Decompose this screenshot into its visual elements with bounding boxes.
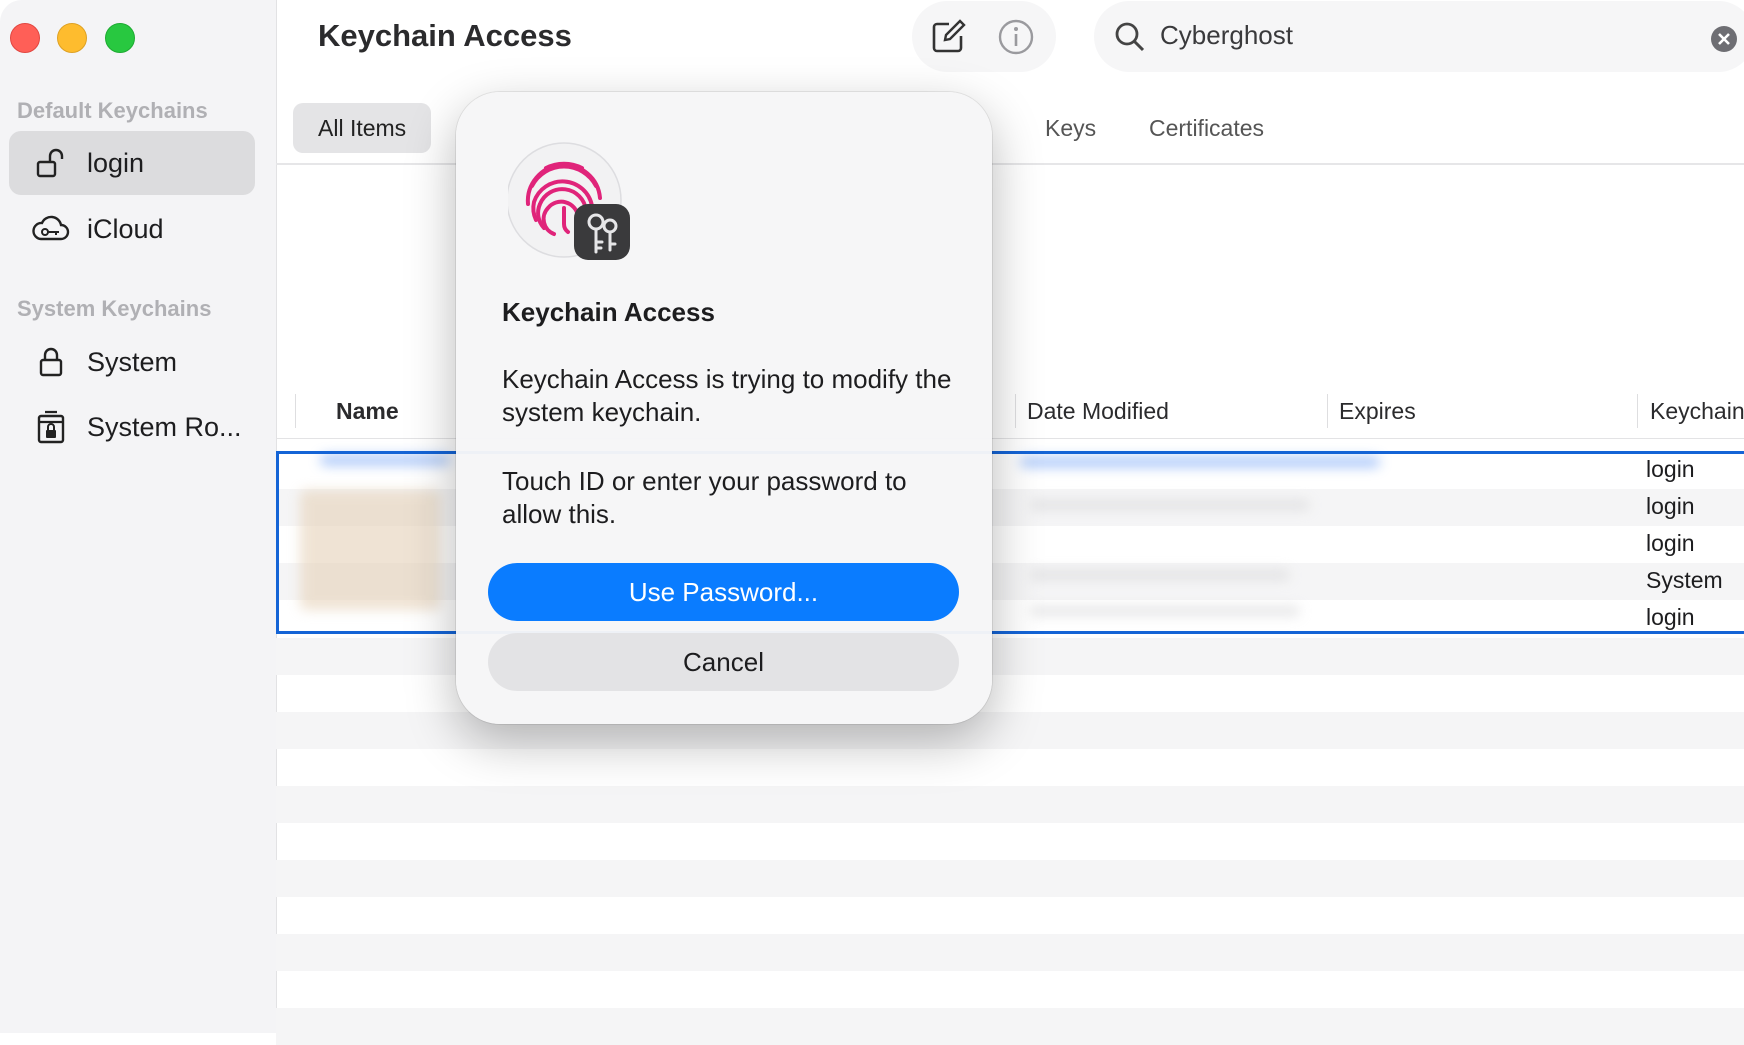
keychain-cell: System xyxy=(1646,567,1723,593)
touch-id-fingerprint-icon xyxy=(506,142,630,260)
column-header-name[interactable]: Name xyxy=(336,398,399,425)
column-header-keychain[interactable]: Keychain xyxy=(1650,398,1744,425)
info-icon[interactable] xyxy=(996,17,1036,57)
sidebar-item-label: System Ro... xyxy=(87,411,242,442)
table-row-band xyxy=(276,786,1744,823)
search-field[interactable]: Cyberghost xyxy=(1094,1,1744,72)
table-row-band xyxy=(276,1008,1744,1045)
dialog-message: Keychain Access is trying to modify the … xyxy=(502,364,952,427)
sidebar: Default Keychains login iCloud System Ke… xyxy=(0,0,277,1033)
section-system-keychains: System Keychains xyxy=(17,296,212,321)
compose-icon[interactable] xyxy=(928,17,968,57)
locked-cabinet-icon xyxy=(29,409,73,445)
minimize-window-button[interactable] xyxy=(57,23,87,53)
tab-all-items[interactable]: All Items xyxy=(293,103,432,153)
dialog-instruction: Touch ID or enter your password to allow… xyxy=(502,466,907,529)
zoom-window-button[interactable] xyxy=(105,23,135,53)
cancel-button[interactable]: Cancel xyxy=(488,633,959,691)
table-row-band xyxy=(276,934,1744,971)
lock-icon xyxy=(29,344,73,380)
window-title: Keychain Access xyxy=(318,18,572,53)
keychain-cell: login xyxy=(1646,456,1695,482)
column-separator xyxy=(1327,394,1328,428)
tab-certificates[interactable]: Certificates xyxy=(1149,103,1264,153)
clear-icon[interactable] xyxy=(1711,26,1737,52)
unlocked-padlock-icon xyxy=(29,145,73,181)
dialog-title: Keychain Access xyxy=(502,297,715,327)
tab-keys[interactable]: Keys xyxy=(1045,103,1096,153)
sidebar-item-label: login xyxy=(87,147,145,178)
column-separator xyxy=(1015,394,1016,428)
keychain-cell: login xyxy=(1646,493,1695,519)
sidebar-item-system[interactable]: System xyxy=(9,330,255,394)
section-default-keychains: Default Keychains xyxy=(17,98,208,123)
sidebar-item-label: System xyxy=(87,346,178,377)
column-separator xyxy=(295,394,296,428)
column-separator xyxy=(1637,394,1638,428)
sidebar-item-label: iCloud xyxy=(87,213,164,244)
close-window-button[interactable] xyxy=(10,23,40,53)
search-icon xyxy=(1114,21,1146,58)
column-header-date-modified[interactable]: Date Modified xyxy=(1027,398,1169,425)
sidebar-item-login[interactable]: login xyxy=(9,131,255,195)
keychain-cell: login xyxy=(1646,530,1695,556)
use-password-button[interactable]: Use Password... xyxy=(488,563,959,621)
column-header-expires[interactable]: Expires xyxy=(1339,398,1416,425)
keychain-cell: login xyxy=(1646,604,1695,630)
search-input[interactable]: Cyberghost xyxy=(1160,20,1293,51)
icloud-key-icon xyxy=(29,211,73,247)
sidebar-item-icloud[interactable]: iCloud xyxy=(9,197,255,261)
sidebar-item-system-roots[interactable]: System Ro... xyxy=(9,395,255,459)
table-row-band xyxy=(276,860,1744,897)
authorization-dialog: Keychain Access Keychain Access is tryin… xyxy=(456,92,992,724)
toolbar-actions xyxy=(912,1,1056,72)
